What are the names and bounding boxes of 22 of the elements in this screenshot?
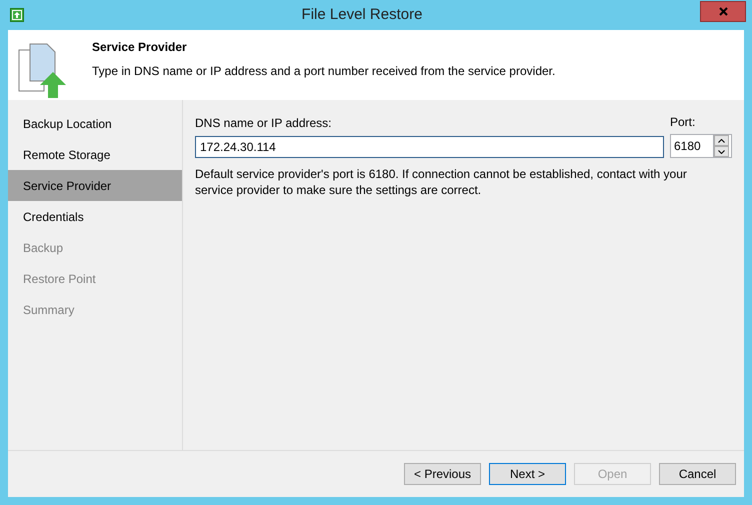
close-icon: [718, 6, 728, 16]
wizard-button[interactable]: Cancel: [659, 463, 736, 485]
chevron-up-icon: [718, 138, 725, 142]
wizard-step[interactable]: Remote Storage: [8, 139, 182, 170]
close-button[interactable]: [700, 0, 746, 22]
field-label: DNS name or IP address:: [195, 115, 333, 132]
wizard-step[interactable]: Backup Location: [8, 108, 182, 139]
app-icon: [10, 8, 24, 22]
chevron-down-icon: [718, 150, 725, 154]
port-spinbox[interactable]: 6180: [670, 134, 732, 158]
header-description: Type in DNS name or IP address and a port number received from the service provider.: [92, 63, 556, 80]
wizard-step[interactable]: Service Provider: [8, 170, 182, 201]
dns-input[interactable]: 172.24.30.114: [195, 136, 664, 158]
wizard-step[interactable]: Credentials: [8, 201, 182, 232]
spin-up-button[interactable]: [714, 135, 729, 146]
window-title: File Level Restore: [300, 4, 424, 25]
wizard-button[interactable]: Next >: [489, 463, 566, 485]
header-title: Service Provider: [92, 39, 188, 56]
wizard-button[interactable]: < Previous: [404, 463, 481, 485]
field-label: Port:: [670, 114, 696, 131]
hint-text: Default service provider's port is 6180. If connection cannot be established, contact with your service provider to make sure the settings are correct.: [195, 166, 688, 198]
spin-down-button[interactable]: [714, 146, 729, 157]
